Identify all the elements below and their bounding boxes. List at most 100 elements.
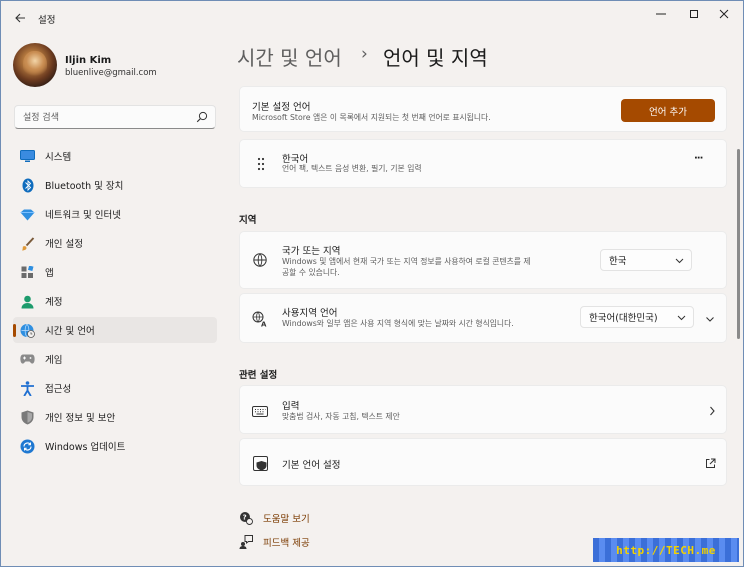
apps-icon: [20, 265, 35, 280]
sidebar-item-label: 개인 정보 및 보안: [45, 413, 116, 424]
card-description: 맞춤법 검사, 자동 고침, 텍스트 제안: [282, 412, 400, 421]
sidebar-item-label: 접근성: [45, 384, 72, 395]
chevron-right-icon: [704, 403, 720, 419]
card-description-line2: 공할 수 있습니다.: [282, 268, 340, 277]
help-link[interactable]: ? 도움말 보기: [239, 510, 310, 526]
sidebar-item-privacy[interactable]: 개인 정보 및 보안: [13, 404, 217, 430]
globe-icon: [252, 252, 268, 268]
card-title: 입력: [282, 401, 300, 412]
breadcrumb-parent[interactable]: 시간 및 언어: [237, 42, 342, 71]
update-icon: [20, 439, 35, 454]
maximize-button[interactable]: [677, 5, 711, 23]
sidebar-item-label: 게임: [45, 355, 63, 366]
settings-window: 설정 Iljin Kim bluenlive@gmail.com 시스템: [0, 0, 744, 567]
sidebar-item-accounts[interactable]: 계정: [13, 288, 217, 314]
watermark-text: http://TECH.me: [616, 543, 716, 557]
gamepad-icon: [20, 352, 35, 367]
close-button[interactable]: [707, 5, 741, 23]
feedback-icon: [239, 535, 253, 549]
typing-settings-card[interactable]: 입력 맞춤법 검사, 자동 고침, 텍스트 제안: [239, 385, 727, 434]
sidebar-item-apps[interactable]: 앱: [13, 259, 217, 285]
sidebar-item-network[interactable]: 네트워크 및 인터넷: [13, 201, 217, 227]
sidebar-item-label: 개인 설정: [45, 239, 83, 250]
person-icon: [20, 294, 35, 309]
country-region-card: 국가 또는 지역 Windows 및 앱에서 현재 국가 또는 지역 정보를 사…: [239, 231, 727, 289]
search-box[interactable]: [14, 105, 216, 129]
sidebar-item-system[interactable]: 시스템: [13, 143, 217, 169]
admin-language-card[interactable]: 기본 언어 설정: [239, 438, 727, 486]
watermark: http://TECH.me: [593, 538, 739, 562]
sidebar-item-label: 시스템: [45, 152, 72, 163]
card-description: Windows와 일부 앱은 사용 지역 형식에 맞는 날짜와 시간 형식입니다…: [282, 319, 514, 328]
regional-format-card[interactable]: A 사용지역 언어 Windows와 일부 앱은 사용 지역 형식에 맞는 날짜…: [239, 293, 727, 343]
sidebar-item-label: Bluetooth 및 장치: [45, 181, 124, 192]
avatar[interactable]: [13, 43, 57, 87]
back-button[interactable]: [9, 7, 31, 29]
sidebar-item-windows-update[interactable]: Windows 업데이트: [13, 433, 217, 459]
drag-handle-icon[interactable]: [253, 156, 269, 172]
search-input[interactable]: [23, 110, 193, 125]
sidebar-item-accessibility[interactable]: 접근성: [13, 375, 217, 401]
language-features: 언어 팩, 텍스트 음성 변환, 필기, 기본 입력: [282, 164, 422, 173]
sidebar-item-label: 계정: [45, 297, 63, 308]
region-section-title: 지역: [239, 215, 257, 226]
sidebar-item-personalization[interactable]: 개인 설정: [13, 230, 217, 256]
sidebar-item-label: 시간 및 언어: [45, 326, 95, 337]
card-title: 기본 설정 언어: [252, 102, 311, 113]
breadcrumb-separator: ›: [361, 44, 368, 64]
sidebar-item-bluetooth[interactable]: Bluetooth 및 장치: [13, 172, 217, 198]
back-arrow-icon: [14, 13, 25, 23]
card-description: Microsoft Store 앱은 이 목록에서 지원되는 첫 번째 언어로 …: [252, 113, 491, 122]
help-link-label: 도움말 보기: [263, 514, 310, 525]
card-title: 국가 또는 지역: [282, 246, 341, 257]
help-icon: ?: [240, 512, 253, 525]
card-description-line1: Windows 및 앱에서 현재 국가 또는 지역 정보를 사용하여 로컬 콘텐…: [282, 257, 531, 266]
sidebar-nav: 시스템 Bluetooth 및 장치 네트워크 및 인터넷 개인 설정 앱 계정…: [13, 143, 217, 462]
minimize-button[interactable]: [644, 5, 678, 23]
language-item-korean[interactable]: 한국어 언어 팩, 텍스트 음성 변환, 필기, 기본 입력 ···: [239, 139, 727, 188]
brush-icon: [20, 236, 35, 251]
minimize-icon: [656, 13, 666, 15]
scrollbar-thumb[interactable]: [737, 149, 740, 339]
sidebar-item-time-language[interactable]: 시간 및 언어: [13, 317, 217, 343]
keyboard-icon: [252, 403, 268, 419]
close-icon: [719, 9, 729, 19]
monitor-icon: [20, 149, 35, 164]
external-link-icon: [702, 455, 718, 471]
sidebar-item-gaming[interactable]: 게임: [13, 346, 217, 372]
card-title: 사용지역 언어: [282, 308, 338, 319]
user-name: Iljin Kim: [65, 55, 112, 66]
expand-chevron-icon[interactable]: [702, 311, 718, 327]
regional-format-dropdown[interactable]: 한국어(대한민국): [580, 306, 694, 328]
feedback-link[interactable]: 피드백 제공: [239, 534, 310, 550]
dropdown-value: 한국어(대한민국): [589, 313, 658, 324]
svg-text:?: ?: [243, 514, 247, 522]
svg-text:A: A: [261, 321, 267, 328]
dropdown-value: 한국: [609, 256, 627, 267]
regional-format-icon: A: [252, 311, 268, 327]
shield-icon: [20, 410, 35, 425]
app-title: 설정: [38, 15, 56, 26]
card-title: 기본 언어 설정: [282, 460, 341, 471]
user-email: bluenlive@gmail.com: [65, 68, 157, 78]
more-options-button[interactable]: ···: [694, 153, 703, 164]
related-section-title: 관련 설정: [239, 370, 278, 381]
chevron-down-icon: [675, 258, 684, 264]
bluetooth-icon: [20, 178, 35, 193]
search-icon[interactable]: [196, 111, 208, 123]
page-title: 언어 및 지역: [383, 46, 488, 70]
sidebar-item-label: 앱: [45, 268, 54, 279]
title-bar: 설정: [1, 1, 743, 35]
country-dropdown[interactable]: 한국: [600, 249, 692, 271]
admin-shield-icon: [252, 455, 268, 471]
feedback-link-label: 피드백 제공: [263, 538, 310, 549]
sidebar-item-label: Windows 업데이트: [45, 442, 126, 453]
wifi-diamond-icon: [20, 207, 35, 222]
preferred-language-card: 기본 설정 언어 Microsoft Store 앱은 이 목록에서 지원되는 …: [239, 86, 727, 132]
globe-clock-icon: [20, 323, 35, 338]
sidebar-item-label: 네트워크 및 인터넷: [45, 210, 121, 221]
add-language-button[interactable]: 언어 추가: [621, 99, 715, 122]
accessibility-icon: [20, 381, 35, 396]
maximize-icon: [690, 10, 698, 18]
chevron-down-icon: [677, 315, 686, 321]
